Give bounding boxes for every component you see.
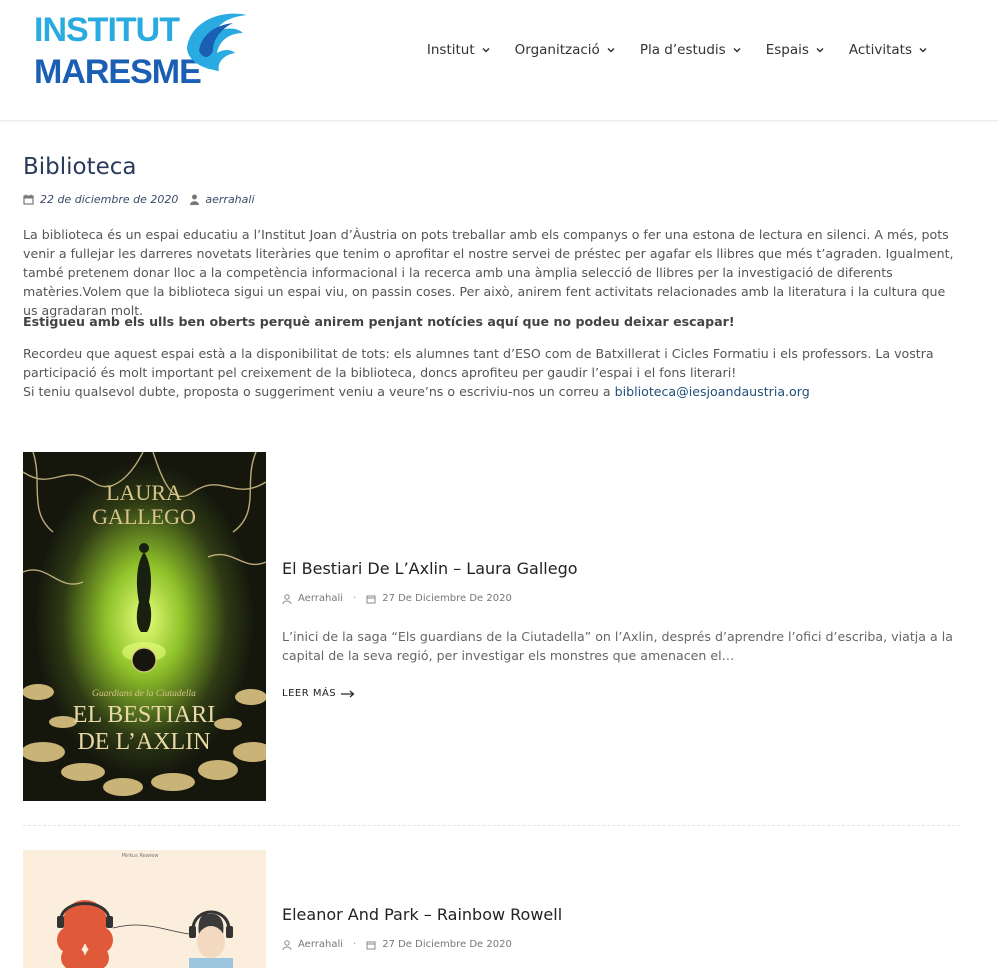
paragraph-text: Recordeu que aquest espai està a la disp… — [23, 346, 934, 380]
nav-label: Pla d’estudis — [639, 42, 726, 58]
chevron-down-icon — [482, 47, 490, 53]
article-paragraph: La biblioteca és un espai educatiu a l’I… — [23, 227, 954, 318]
site-logo[interactable]: INSTITUT MARESME — [34, 9, 250, 91]
nav-label: Organització — [514, 42, 600, 58]
paragraph-text: Si teniu qualsevol dubte, proposta o sug… — [23, 384, 615, 399]
cover-title-line2: DE L’AXLIN — [77, 729, 210, 755]
calendar-icon — [366, 595, 376, 603]
post-divider — [23, 825, 960, 826]
meta-separator: · — [353, 939, 357, 950]
calendar-icon — [366, 941, 376, 949]
chevron-down-icon — [607, 47, 615, 53]
page-title: Biblioteca — [23, 154, 137, 180]
article-date[interactable]: 22 de diciembre de 2020 — [40, 193, 178, 206]
article-paragraph-bold: Estigueu amb els ulls ben oberts perquè … — [23, 314, 735, 329]
article-author[interactable]: aerrahali — [205, 193, 254, 206]
calendar-icon — [23, 194, 34, 205]
post-meta: Aerrahali · 27 De Diciembre De 2020 — [282, 593, 512, 604]
site-header: INSTITUT MARESME Institut Organització P… — [0, 0, 998, 121]
nav-label: Activitats — [848, 42, 912, 58]
nav-pla-estudis[interactable]: Pla d’estudis — [640, 42, 742, 58]
chevron-down-icon — [919, 47, 927, 53]
read-more-label: LEER MÁS — [282, 688, 337, 699]
post-author[interactable]: Aerrahali — [298, 939, 343, 950]
nav-label: Institut — [426, 42, 475, 58]
post-date[interactable]: 27 De Diciembre De 2020 — [382, 939, 512, 950]
user-icon — [282, 593, 292, 604]
book-cover-image[interactable]: LAURA GALLEGO Guardians de la Ciutadella… — [23, 452, 266, 801]
read-more-link[interactable]: LEER MÁS — [282, 688, 355, 699]
chevron-down-icon — [816, 47, 824, 53]
post-date[interactable]: 27 De Diciembre De 2020 — [382, 593, 512, 604]
post-title[interactable]: Eleanor And Park – Rainbow Rowell — [282, 905, 562, 924]
email-link[interactable]: biblioteca@iesjoandaustria.org — [615, 384, 810, 399]
logo-line1: INSTITUT — [34, 11, 180, 49]
post-title[interactable]: El Bestiari De L’Axlin – Laura Gallego — [282, 559, 578, 578]
logo-wave-icon — [187, 13, 247, 71]
nav-activitats[interactable]: Activitats — [849, 42, 928, 58]
nav-organitzacio[interactable]: Organització — [515, 42, 616, 58]
cover-author-line2: GALLEGO — [92, 504, 196, 529]
meta-separator: · — [353, 593, 357, 604]
article-meta: 22 de diciembre de 2020 aerrahali — [23, 193, 255, 206]
nav-espais[interactable]: Espais — [766, 42, 825, 58]
post-excerpt: L’inici de la saga “Els guardians de la … — [282, 629, 953, 663]
user-icon — [190, 194, 200, 205]
logo-line2: MARESME — [34, 53, 202, 91]
cover-top-text: Mirkus Rewiew — [122, 853, 159, 859]
arrow-right-icon — [341, 690, 355, 697]
post-card: LAURA GALLEGO Guardians de la Ciutadella… — [23, 452, 963, 802]
post-author[interactable]: Aerrahali — [298, 593, 343, 604]
post-card: Mirkus Rewiew Eleanor And Park – Rainbow… — [23, 850, 963, 968]
chevron-down-icon — [733, 47, 741, 53]
cover-author-line1: LAURA — [106, 480, 182, 505]
nav-institut[interactable]: Institut — [427, 42, 491, 58]
nav-label: Espais — [765, 42, 809, 58]
article-paragraph: Recordeu que aquest espai està a la disp… — [23, 344, 958, 401]
cover-series: Guardians de la Ciutadella — [92, 689, 196, 699]
post-meta: Aerrahali · 27 De Diciembre De 2020 — [282, 939, 512, 950]
book-cover-image[interactable]: Mirkus Rewiew — [23, 850, 266, 968]
main-nav: Institut Organització Pla d’estudis Espa… — [403, 42, 928, 58]
cover-title-line1: EL BESTIARI — [73, 702, 215, 728]
user-icon — [282, 939, 292, 950]
